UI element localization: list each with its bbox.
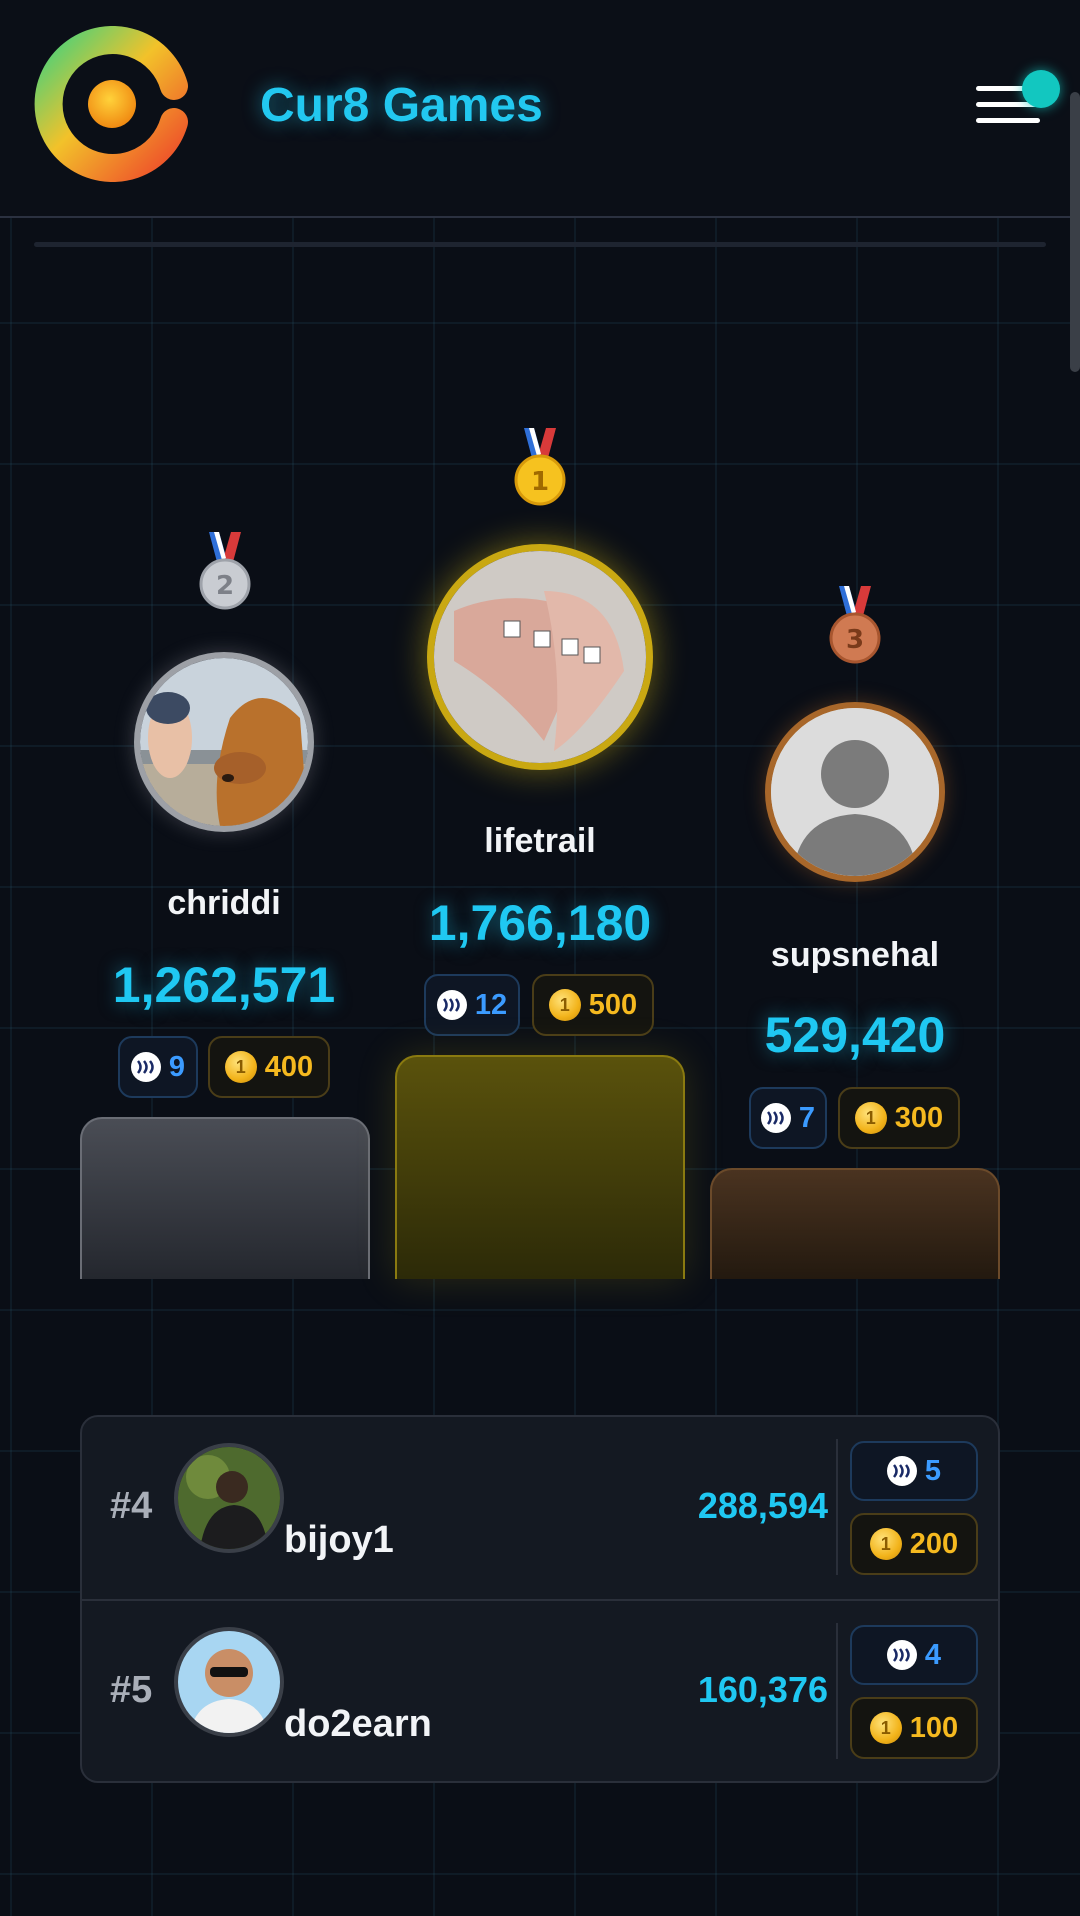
podium-username-second[interactable]: chriddi: [74, 884, 374, 923]
avatar-chriddi[interactable]: [134, 652, 314, 832]
steem-badge: 4: [850, 1625, 978, 1685]
avatar-lifetrail[interactable]: [427, 544, 653, 770]
steem-icon: [886, 1640, 917, 1670]
score: 288,594: [697, 1485, 828, 1526]
coin-icon: 1: [548, 989, 581, 1021]
podium-block-second: [80, 1117, 370, 1279]
coin-icon: 1: [869, 1712, 902, 1744]
username[interactable]: do2earn: [284, 1703, 432, 1746]
leaderboard-list: #4 bijoy1 288,594 5 1 200 #5 do2earn 160…: [80, 1415, 1000, 1783]
avatar-do2earn[interactable]: [174, 1627, 284, 1737]
coin-badge-second: 1 400: [208, 1036, 330, 1098]
steem-badge: 5: [850, 1441, 978, 1501]
svg-text:1: 1: [531, 467, 549, 497]
coin-count-first: 500: [588, 988, 638, 1021]
steem-badge-first: 12: [424, 974, 520, 1036]
rank-label: #5: [110, 1669, 153, 1711]
default-user-icon: [771, 708, 939, 876]
podium-username-first[interactable]: lifetrail: [390, 822, 690, 861]
score: 160,376: [697, 1669, 828, 1710]
steem-count-third: 7: [798, 1101, 816, 1134]
steem-icon: [760, 1103, 791, 1133]
steem-count: 4: [924, 1638, 942, 1671]
steem-badge-third: 7: [749, 1087, 827, 1149]
coin-count-second: 400: [264, 1050, 314, 1083]
list-item[interactable]: #5 do2earn 160,376 4 1 100: [82, 1599, 998, 1781]
steem-icon: [886, 1456, 917, 1486]
coin-badge-third: 1 300: [838, 1087, 960, 1149]
steem-count: 5: [924, 1454, 942, 1487]
steem-badge-second: 9: [118, 1036, 198, 1098]
row-divider: [836, 1623, 838, 1759]
steem-count-second: 9: [168, 1050, 186, 1083]
row-divider: [836, 1439, 838, 1575]
coin-badge: 1 100: [850, 1697, 978, 1759]
header-divider: [34, 242, 1046, 247]
podium-score-third: 529,420: [764, 1007, 946, 1063]
coin-count-third: 300: [894, 1101, 944, 1134]
svg-text:2: 2: [216, 571, 234, 601]
podium-username-third[interactable]: supsnehal: [705, 936, 1005, 975]
silver-medal-icon: 2: [199, 532, 251, 610]
coin-count: 100: [909, 1711, 959, 1744]
coin-badge: 1 200: [850, 1513, 978, 1575]
podium-block-third: [710, 1168, 1000, 1279]
coin-count: 200: [909, 1527, 959, 1560]
coin-icon: 1: [854, 1102, 887, 1134]
podium-score-second: 1,262,571: [112, 957, 336, 1013]
username[interactable]: bijoy1: [284, 1519, 394, 1562]
coin-badge-first: 1 500: [532, 974, 654, 1036]
podium-block-first: [395, 1055, 685, 1279]
app-header: Cur8 Games: [0, 0, 1080, 218]
gold-medal-icon: 1: [514, 428, 566, 506]
svg-text:3: 3: [846, 625, 864, 655]
coin-icon: 1: [869, 1528, 902, 1560]
podium-score-first: 1,766,180: [428, 895, 652, 951]
coin-icon: 1: [224, 1051, 257, 1083]
steem-icon: [436, 990, 467, 1020]
list-item[interactable]: #4 bijoy1 288,594 5 1 200: [82, 1417, 998, 1599]
avatar-supsnehal[interactable]: [765, 702, 945, 882]
cur8-logo-icon[interactable]: [34, 26, 190, 182]
steem-count-first: 12: [474, 988, 508, 1021]
rank-label: #4: [110, 1485, 153, 1527]
bronze-medal-icon: 3: [829, 586, 881, 664]
avatar-bijoy1[interactable]: [174, 1443, 284, 1553]
steem-icon: [130, 1052, 161, 1082]
notification-dot: [1022, 70, 1060, 108]
scrollbar[interactable]: [1070, 92, 1080, 372]
app-title: Cur8 Games: [260, 79, 543, 132]
